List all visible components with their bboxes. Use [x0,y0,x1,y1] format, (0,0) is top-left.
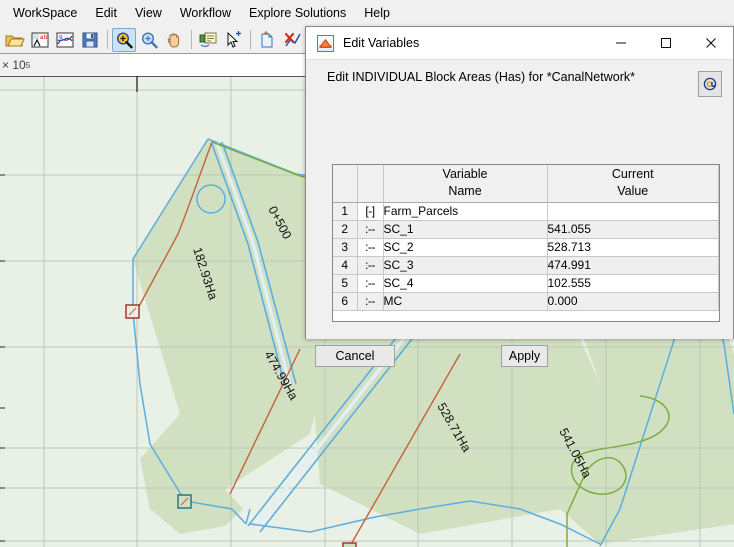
toolbar-separator [107,30,108,49]
import-table-icon: a b [30,31,50,49]
row-index: 5 [333,274,357,292]
table-row[interactable]: 3 :-- SC_2 528.713 [333,238,719,256]
header-tree [357,165,383,202]
row-current-value[interactable]: 541.055 [547,220,719,238]
variables-table-container[interactable]: Variable Name Current Value 1 [ [332,164,720,322]
row-variable-name: SC_1 [383,220,547,238]
select-pointer-plus-button[interactable] [221,28,245,52]
row-variable-name: SC_3 [383,256,547,274]
row-index: 6 [333,292,357,310]
zoom-magnifier-icon [140,31,159,49]
table-row[interactable]: 4 :-- SC_3 474.991 [333,256,719,274]
new-page-button[interactable] [255,28,279,52]
close-icon [705,37,717,49]
cancel-button[interactable]: Cancel [315,345,395,367]
row-variable-name: SC_4 [383,274,547,292]
table-row[interactable]: 2 :-- SC_1 541.055 [333,220,719,238]
select-pointer-plus-icon [224,31,242,49]
dialog-title: Edit Variables [343,36,598,50]
row-current-value[interactable]: 0.000 [547,292,719,310]
minimize-icon [615,37,627,49]
zoom-magnifier-button[interactable] [137,28,161,52]
axis-multiplier-base: × 10 [2,58,26,72]
save-disk-button[interactable] [78,28,102,52]
table-row[interactable]: 6 :-- MC 0.000 [333,292,719,310]
pan-hand-icon [165,31,183,49]
open-folder-icon [5,31,25,49]
table-row[interactable]: 5 :-- SC_4 102.555 [333,274,719,292]
header-current-value-line1: Current [548,166,719,183]
row-index: 1 [333,202,357,220]
header-current-value-line2: Value [548,183,719,200]
dialog-title-bar[interactable]: Edit Variables [306,27,733,60]
application-window: WorkSpace Edit View Workflow Explore Sol… [0,0,734,547]
row-current-value[interactable] [547,202,719,220]
row-tree-marker[interactable]: :-- [357,256,383,274]
row-tree-marker[interactable]: :-- [357,238,383,256]
row-variable-name: SC_2 [383,238,547,256]
header-index [333,165,357,202]
zoom-in-box-icon [115,31,134,49]
delete-link-icon [282,31,302,49]
row-tree-marker[interactable]: :-- [357,220,383,238]
variables-table: Variable Name Current Value 1 [ [333,165,719,311]
row-variable-name: Farm_Parcels [383,202,547,220]
header-variable-name-line1: Variable [384,166,547,183]
menu-edit[interactable]: Edit [86,2,126,24]
new-page-icon [258,31,276,49]
axis-multiplier-exponent: 5 [26,61,30,70]
dialog-close-button[interactable] [688,27,733,59]
edit-variables-dialog: Edit Variables Edit INDIVIDUAL Block Are… [305,26,734,339]
curve-chart-button[interactable]: R [53,28,77,52]
svg-text:R: R [59,35,63,41]
row-current-value[interactable]: 102.555 [547,274,719,292]
pan-hand-button[interactable] [162,28,186,52]
zoom-in-box-button[interactable] [112,28,136,52]
row-index: 2 [333,220,357,238]
axis-multiplier-label: × 105 [0,54,120,76]
import-table-button[interactable]: a b [28,28,52,52]
table-header-row: Variable Name Current Value [333,165,719,202]
table-row[interactable]: 1 [-] Farm_Parcels [333,202,719,220]
dialog-minimize-button[interactable] [598,27,643,59]
menu-explore-solutions[interactable]: Explore Solutions [240,2,355,24]
menu-workflow[interactable]: Workflow [171,2,240,24]
row-tree-marker[interactable]: :-- [357,292,383,310]
variables-table-header: Variable Name Current Value [333,165,719,202]
menu-bar: WorkSpace Edit View Workflow Explore Sol… [0,0,734,26]
row-current-value[interactable]: 474.991 [547,256,719,274]
menu-workspace[interactable]: WorkSpace [4,2,86,24]
delete-link-button[interactable] [280,28,304,52]
dialog-maximize-button[interactable] [643,27,688,59]
at-sign-icon [703,77,717,91]
row-index: 3 [333,238,357,256]
save-disk-icon [81,31,99,49]
row-tree-marker[interactable]: [-] [357,202,383,220]
curve-chart-icon: R [55,31,75,49]
row-index: 4 [333,256,357,274]
dialog-body: Edit INDIVIDUAL Block Areas (Has) for *C… [306,60,733,339]
matlab-app-icon [317,35,334,52]
open-folder-button[interactable] [3,28,27,52]
toolbar-separator [191,30,192,49]
menu-view[interactable]: View [126,2,171,24]
row-current-value[interactable]: 528.713 [547,238,719,256]
toolbar-separator [250,30,251,49]
add-note-icon [198,31,218,49]
header-current-value: Current Value [547,165,719,202]
apply-button[interactable]: Apply [501,345,548,367]
node-marker-red [343,543,356,547]
add-note-button[interactable] [196,28,220,52]
dialog-description: Edit INDIVIDUAL Block Areas (Has) for *C… [327,70,635,84]
row-variable-name: MC [383,292,547,310]
variables-table-body: 1 [-] Farm_Parcels 2 :-- SC_1 541.055 [333,202,719,310]
maximize-icon [660,37,672,49]
row-tree-marker[interactable]: :-- [357,274,383,292]
at-symbol-button[interactable] [698,71,722,97]
header-variable-name-line2: Name [384,183,547,200]
menu-help[interactable]: Help [355,2,399,24]
header-variable-name: Variable Name [383,165,547,202]
